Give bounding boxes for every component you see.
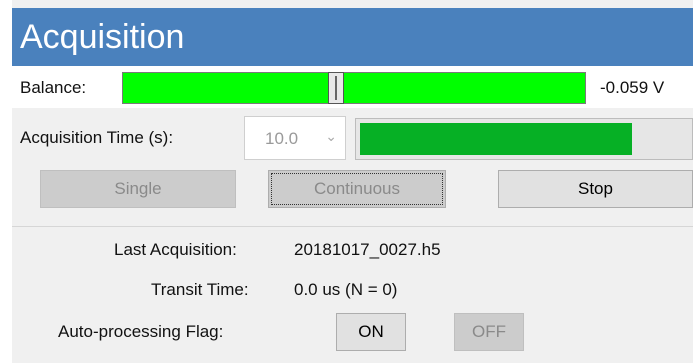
chevron-down-icon[interactable]: ⌄ xyxy=(325,128,337,145)
transit-time-value: 0.0 us (N = 0) xyxy=(294,280,398,299)
last-acquisition-label: Last Acquisition: xyxy=(114,240,237,259)
acquisition-time-value: 10.0 xyxy=(265,129,299,148)
acquisition-progress-fill xyxy=(360,123,632,155)
acquisition-time-label: Acquisition Time (s): xyxy=(20,128,174,147)
auto-processing-flag-label: Auto-processing Flag: xyxy=(58,322,224,341)
acquisition-progress-bar xyxy=(355,118,693,160)
balance-label: Balance: xyxy=(20,78,87,97)
stop-button[interactable]: Stop xyxy=(498,170,693,208)
balance-slider[interactable] xyxy=(122,72,586,104)
last-acquisition-value: 20181017_0027.h5 xyxy=(294,240,441,259)
continuous-button[interactable]: Continuous xyxy=(268,170,446,208)
acquisition-panel: Acquisition Balance: -0.059 V Acquisitio… xyxy=(12,0,693,363)
single-button[interactable]: Single xyxy=(40,170,236,208)
transit-time-label: Transit Time: xyxy=(151,280,249,299)
balance-value: -0.059 V xyxy=(600,78,665,97)
acquisition-time-select[interactable]: 10.0 ⌄ xyxy=(244,116,346,160)
flag-on-button[interactable]: ON xyxy=(336,313,406,351)
panel-title: Acquisition xyxy=(12,8,693,66)
balance-slider-thumb[interactable] xyxy=(328,72,344,104)
flag-off-button[interactable]: OFF xyxy=(454,313,524,351)
